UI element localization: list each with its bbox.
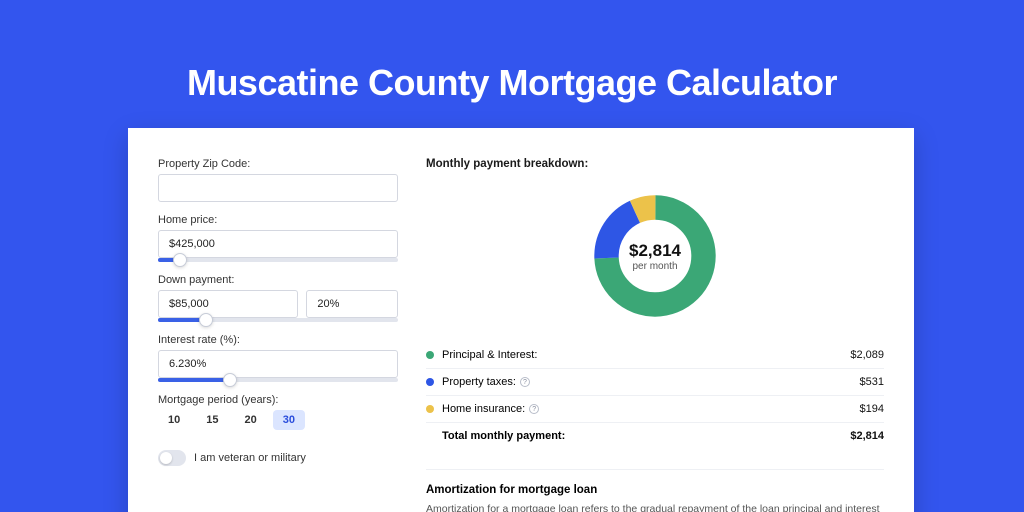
legend-val-total: $2,814 bbox=[850, 430, 884, 442]
legend-label-tax: Property taxes: ? bbox=[442, 376, 860, 388]
interest-slider[interactable] bbox=[158, 378, 398, 382]
swatch-icon bbox=[426, 405, 434, 413]
donut-center-amount: $2,814 bbox=[629, 241, 681, 261]
donut-center: $2,814 per month bbox=[629, 241, 681, 272]
legend-row-pi: Principal & Interest: $2,089 bbox=[426, 342, 884, 369]
breakdown-title: Monthly payment breakdown: bbox=[426, 158, 884, 170]
home-price-slider-thumb[interactable] bbox=[173, 253, 187, 267]
breakdown-panel: Monthly payment breakdown: $2,814 per mo… bbox=[426, 158, 884, 512]
legend-val-ins: $194 bbox=[860, 403, 884, 415]
legend-label-tax-text: Property taxes: bbox=[442, 376, 516, 388]
period-chip-15[interactable]: 15 bbox=[196, 410, 228, 430]
form-panel: Property Zip Code: Home price: Down paym… bbox=[158, 158, 398, 512]
down-payment-slider[interactable] bbox=[158, 318, 398, 322]
veteran-toggle-knob bbox=[160, 452, 172, 464]
calculator-card: Property Zip Code: Home price: Down paym… bbox=[128, 128, 914, 512]
period-label: Mortgage period (years): bbox=[158, 394, 398, 406]
swatch-icon bbox=[426, 351, 434, 359]
interest-field: Interest rate (%): bbox=[158, 334, 398, 382]
info-icon[interactable]: ? bbox=[520, 377, 530, 387]
zip-input[interactable] bbox=[158, 174, 398, 202]
period-field: Mortgage period (years): 10 15 20 30 bbox=[158, 394, 398, 430]
home-price-input[interactable] bbox=[158, 230, 398, 258]
legend-label-total: Total monthly payment: bbox=[442, 430, 850, 442]
period-chip-20[interactable]: 20 bbox=[235, 410, 267, 430]
amort-title: Amortization for mortgage loan bbox=[426, 469, 884, 496]
veteran-row: I am veteran or military bbox=[158, 442, 398, 466]
home-price-field: Home price: bbox=[158, 214, 398, 262]
interest-slider-fill bbox=[158, 378, 230, 382]
legend-val-tax: $531 bbox=[860, 376, 884, 388]
page-title: Muscatine County Mortgage Calculator bbox=[0, 0, 1024, 104]
amortization-section: Amortization for mortgage loan Amortizat… bbox=[426, 465, 884, 512]
period-chip-10[interactable]: 10 bbox=[158, 410, 190, 430]
veteran-label: I am veteran or military bbox=[194, 452, 306, 464]
down-payment-percent-input[interactable] bbox=[306, 290, 398, 318]
down-payment-field: Down payment: bbox=[158, 274, 398, 322]
legend-row-ins: Home insurance: ? $194 bbox=[426, 396, 884, 423]
home-price-slider[interactable] bbox=[158, 258, 398, 262]
legend-label-ins-text: Home insurance: bbox=[442, 403, 525, 415]
zip-field: Property Zip Code: bbox=[158, 158, 398, 202]
donut-center-sub: per month bbox=[629, 261, 681, 272]
legend-label-ins: Home insurance: ? bbox=[442, 403, 860, 415]
interest-input[interactable] bbox=[158, 350, 398, 378]
swatch-icon bbox=[426, 378, 434, 386]
interest-slider-thumb[interactable] bbox=[223, 373, 237, 387]
period-chips: 10 15 20 30 bbox=[158, 410, 398, 430]
legend-row-tax: Property taxes: ? $531 bbox=[426, 369, 884, 396]
zip-label: Property Zip Code: bbox=[158, 158, 398, 170]
interest-label: Interest rate (%): bbox=[158, 334, 398, 346]
donut-chart: $2,814 per month bbox=[426, 186, 884, 326]
legend-row-total: Total monthly payment: $2,814 bbox=[426, 423, 884, 449]
home-price-label: Home price: bbox=[158, 214, 398, 226]
down-payment-input[interactable] bbox=[158, 290, 298, 318]
period-chip-30[interactable]: 30 bbox=[273, 410, 305, 430]
veteran-toggle[interactable] bbox=[158, 450, 186, 466]
info-icon[interactable]: ? bbox=[529, 404, 539, 414]
down-payment-label: Down payment: bbox=[158, 274, 398, 286]
down-payment-slider-thumb[interactable] bbox=[199, 313, 213, 327]
legend: Principal & Interest: $2,089 Property ta… bbox=[426, 342, 884, 449]
amort-body: Amortization for a mortgage loan refers … bbox=[426, 502, 884, 512]
legend-val-pi: $2,089 bbox=[850, 349, 884, 361]
legend-label-pi: Principal & Interest: bbox=[442, 349, 850, 361]
